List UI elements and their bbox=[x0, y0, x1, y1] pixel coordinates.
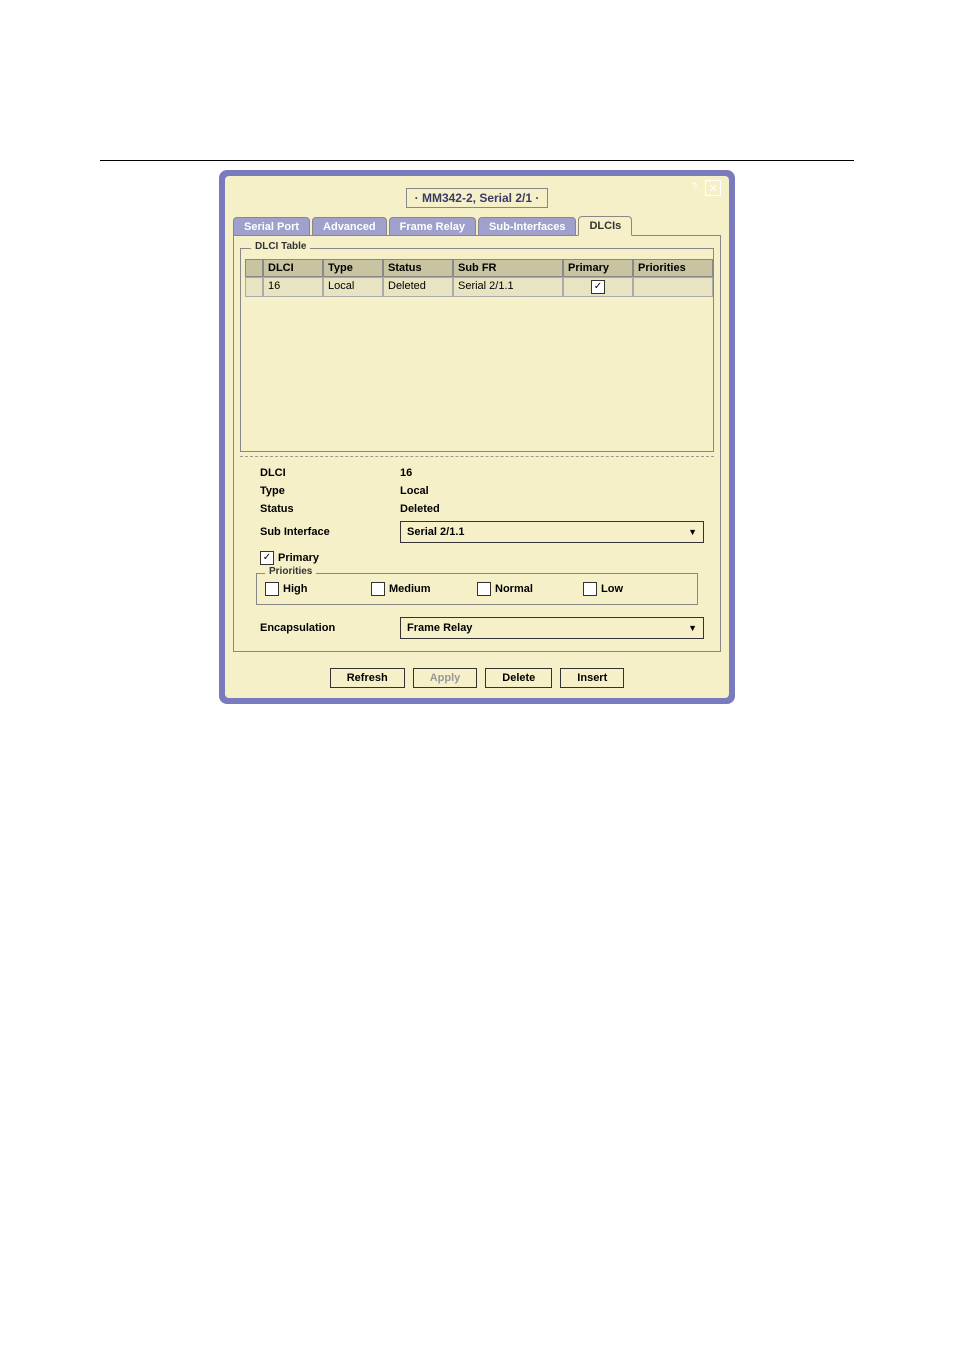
dlci-label: DLCI bbox=[240, 467, 400, 479]
close-icon[interactable]: ✕ bbox=[705, 180, 721, 196]
normal-label: Normal bbox=[495, 583, 533, 595]
detail-encap-row: Encapsulation Frame Relay ▼ bbox=[240, 617, 714, 639]
chevron-down-icon: ▼ bbox=[688, 527, 697, 537]
cell-dlci: 16 bbox=[263, 277, 323, 297]
detail-type-row: Type Local bbox=[240, 485, 714, 497]
titlebar-icons: ? ✕ bbox=[687, 180, 721, 196]
low-checkbox[interactable] bbox=[583, 582, 597, 596]
cell-subfr: Serial 2/1.1 bbox=[453, 277, 563, 297]
medium-label: Medium bbox=[389, 583, 431, 595]
detail-dlci-row: DLCI 16 bbox=[240, 467, 714, 479]
button-row: Refresh Apply Delete Insert bbox=[225, 660, 729, 698]
normal-checkbox[interactable] bbox=[477, 582, 491, 596]
high-checkbox[interactable] bbox=[265, 582, 279, 596]
priority-high: High bbox=[265, 582, 371, 596]
priorities-fieldset: Priorities High Medium Normal bbox=[256, 573, 698, 605]
tab-panel: DLCI Table DLCI Type Status Sub FR Prima… bbox=[233, 235, 721, 652]
col-type: Type bbox=[323, 259, 383, 277]
apply-button[interactable]: Apply bbox=[413, 668, 478, 688]
cell-status: Deleted bbox=[383, 277, 453, 297]
detail-status-row: Status Deleted bbox=[240, 503, 714, 515]
delete-button[interactable]: Delete bbox=[485, 668, 552, 688]
priority-medium: Medium bbox=[371, 582, 477, 596]
screenshot-figure: ? ✕ · MM342-2, Serial 2/1 · Serial Port … bbox=[219, 170, 735, 704]
status-label: Status bbox=[240, 503, 400, 515]
tab-frame-relay[interactable]: Frame Relay bbox=[389, 217, 476, 236]
dlci-table-fieldset: DLCI Table DLCI Type Status Sub FR Prima… bbox=[240, 248, 714, 452]
status-value: Deleted bbox=[400, 503, 600, 515]
encap-select[interactable]: Frame Relay ▼ bbox=[400, 617, 704, 639]
separator bbox=[240, 456, 714, 457]
col-priorities: Priorities bbox=[633, 259, 713, 277]
priority-normal: Normal bbox=[477, 582, 583, 596]
primary-check-icon bbox=[591, 280, 605, 294]
window-title: · MM342-2, Serial 2/1 · bbox=[406, 188, 549, 208]
tab-advanced[interactable]: Advanced bbox=[312, 217, 387, 236]
dlci-value: 16 bbox=[400, 467, 600, 479]
col-dlci: DLCI bbox=[263, 259, 323, 277]
primary-label: Primary bbox=[278, 552, 319, 564]
cell-type: Local bbox=[323, 277, 383, 297]
low-label: Low bbox=[601, 583, 623, 595]
insert-button[interactable]: Insert bbox=[560, 668, 624, 688]
tab-dlcis[interactable]: DLCIs bbox=[578, 216, 632, 236]
medium-checkbox[interactable] bbox=[371, 582, 385, 596]
chevron-down-icon: ▼ bbox=[688, 623, 697, 633]
cell-priorities bbox=[633, 277, 713, 297]
primary-checkbox[interactable] bbox=[260, 551, 274, 565]
tab-serial-port[interactable]: Serial Port bbox=[233, 217, 310, 236]
high-label: High bbox=[283, 583, 307, 595]
priority-low: Low bbox=[583, 582, 689, 596]
type-label: Type bbox=[240, 485, 400, 497]
encap-label: Encapsulation bbox=[240, 622, 400, 634]
refresh-button[interactable]: Refresh bbox=[330, 668, 405, 688]
subif-label: Sub Interface bbox=[240, 526, 400, 538]
table-row[interactable]: 16 Local Deleted Serial 2/1.1 bbox=[245, 277, 709, 297]
encap-value: Frame Relay bbox=[407, 622, 472, 634]
page-rule bbox=[100, 160, 854, 161]
detail-subif-row: Sub Interface Serial 2/1.1 ▼ bbox=[240, 521, 714, 543]
help-icon[interactable]: ? bbox=[687, 180, 701, 194]
dlci-table-label: DLCI Table bbox=[251, 241, 310, 252]
subif-value: Serial 2/1.1 bbox=[407, 526, 465, 538]
table-empty-area bbox=[245, 297, 709, 447]
col-status: Status bbox=[383, 259, 453, 277]
col-subfr: Sub FR bbox=[453, 259, 563, 277]
cell-primary bbox=[563, 277, 633, 297]
col-primary: Primary bbox=[563, 259, 633, 277]
type-value: Local bbox=[400, 485, 600, 497]
app-window: ? ✕ · MM342-2, Serial 2/1 · Serial Port … bbox=[225, 176, 729, 698]
priorities-label: Priorities bbox=[265, 566, 316, 577]
tab-sub-interfaces[interactable]: Sub-Interfaces bbox=[478, 217, 576, 236]
table-header-row: DLCI Type Status Sub FR Primary Prioriti… bbox=[245, 259, 709, 277]
subif-select[interactable]: Serial 2/1.1 ▼ bbox=[400, 521, 704, 543]
primary-check-row: Primary bbox=[240, 551, 714, 565]
